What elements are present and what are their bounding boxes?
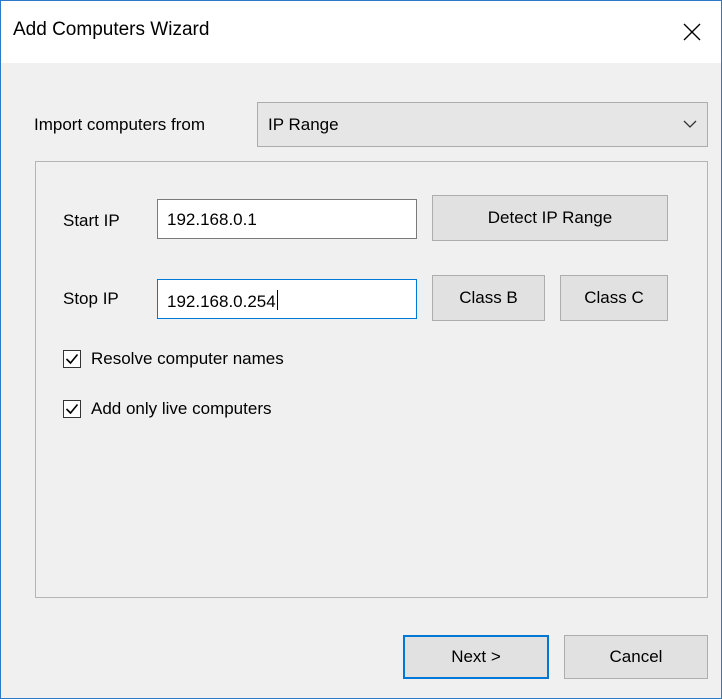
title-bar[interactable]: Add Computers Wizard <box>1 1 721 63</box>
stop-ip-input[interactable]: 192.168.0.254 <box>157 279 417 319</box>
start-ip-label: Start IP <box>63 211 120 230</box>
window-title: Add Computers Wizard <box>13 19 210 40</box>
checkmark-icon <box>65 403 79 415</box>
class-b-button[interactable]: Class B <box>432 275 545 321</box>
live-only-checkbox[interactable] <box>63 400 81 418</box>
import-source-value: IP Range <box>268 115 339 134</box>
detect-ip-range-button[interactable]: Detect IP Range <box>432 195 668 241</box>
cancel-button[interactable]: Cancel <box>564 635 708 679</box>
chevron-down-icon <box>683 120 697 128</box>
wizard-window: Add Computers Wizard Import computers fr… <box>0 0 722 699</box>
resolve-names-checkbox[interactable] <box>63 350 81 368</box>
stop-ip-value: 192.168.0.254 <box>167 292 276 311</box>
start-ip-value: 192.168.0.1 <box>167 210 257 229</box>
checkmark-icon <box>65 353 79 365</box>
next-button[interactable]: Next > <box>403 635 549 679</box>
stop-ip-field-content: 192.168.0.254 <box>167 290 278 312</box>
close-icon <box>683 23 701 41</box>
start-ip-input[interactable]: 192.168.0.1 <box>157 199 417 239</box>
close-button[interactable] <box>663 1 721 63</box>
resolve-names-label[interactable]: Resolve computer names <box>91 349 284 369</box>
class-c-button[interactable]: Class C <box>560 275 668 321</box>
import-from-label: Import computers from <box>34 115 205 134</box>
stop-ip-label: Stop IP <box>63 289 119 308</box>
live-only-label[interactable]: Add only live computers <box>91 399 271 419</box>
text-caret <box>276 290 278 310</box>
import-source-dropdown[interactable]: IP Range <box>257 102 708 147</box>
